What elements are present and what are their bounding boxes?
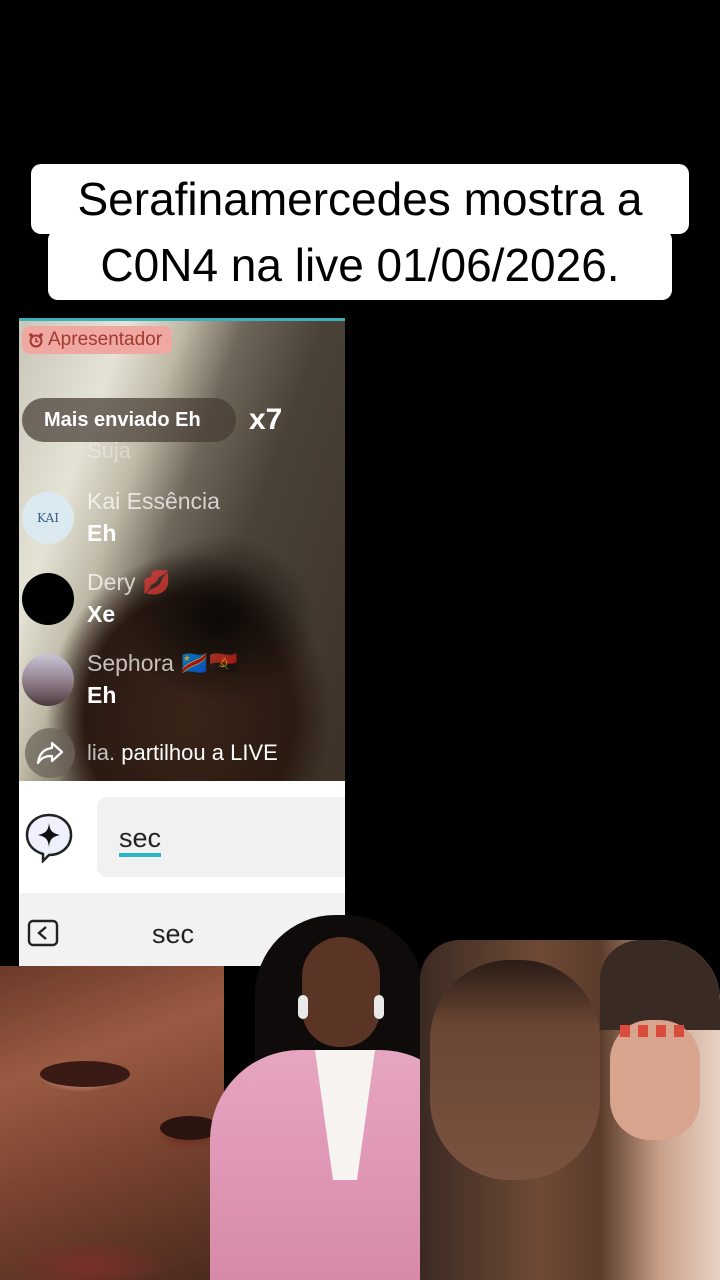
comment-input-value: sec — [119, 823, 162, 857]
avatar[interactable] — [22, 573, 74, 625]
comment-item: Sephora 🇨🇩🇦🇴 Eh — [22, 648, 342, 714]
share-message: lia. partilhou a LIVE — [87, 740, 278, 766]
faded-comment-user: Suja — [87, 438, 132, 463]
back-arrow-icon[interactable] — [27, 919, 59, 947]
comment-username[interactable]: Dery 💋 — [87, 569, 171, 596]
caption-line-2: C0N4 na live 01/06/2026. — [48, 230, 672, 300]
comment-input[interactable]: sec — [97, 797, 345, 877]
photo-detail — [298, 995, 308, 1019]
comment-item: KAI Kai Essência Eh — [22, 486, 342, 552]
avatar[interactable] — [22, 654, 74, 706]
alarm-clock-icon — [29, 333, 43, 348]
comment-text: Eh — [87, 682, 117, 708]
comment-username[interactable]: Kai Essência — [87, 488, 220, 515]
share-button[interactable] — [25, 728, 75, 778]
avatar[interactable]: KAI — [22, 492, 74, 544]
host-badge-label: Apresentador — [48, 329, 163, 350]
comment-item: Dery 💋 Xe — [22, 567, 342, 633]
photo-man-closeup — [0, 966, 224, 1280]
photo-detail — [374, 995, 384, 1019]
sparkle-icon[interactable] — [23, 811, 75, 863]
photo-detail — [430, 960, 600, 1180]
gift-banner: Mais enviado Eh — [22, 398, 236, 442]
live-stream-panel: Apresentador Mais enviado Eh x7 Suja KAI… — [19, 318, 345, 781]
keyboard-suggestion[interactable]: sec — [152, 919, 194, 950]
share-arrow-icon — [36, 741, 64, 765]
share-text: partilhou a LIVE — [121, 740, 278, 765]
share-username[interactable]: lia. — [87, 740, 115, 765]
photo-detail — [620, 1025, 690, 1037]
share-notice: lia. partilhou a LIVE — [22, 728, 342, 778]
gift-count: x7 — [249, 403, 283, 436]
photo-detail — [40, 1061, 130, 1087]
photo-detail — [600, 940, 720, 1030]
host-badge: Apresentador — [22, 326, 173, 354]
photo-couple — [420, 940, 720, 1280]
comment-text: Eh — [87, 520, 117, 546]
caption-line-1: Serafinamercedes mostra a — [31, 164, 689, 234]
comment-input-area: sec — [19, 781, 345, 893]
comment-text: Xe — [87, 601, 116, 627]
photo-detail — [610, 1020, 700, 1140]
photo-detail — [302, 937, 380, 1047]
avatar-logo-text: KAI — [37, 511, 59, 525]
comment-username[interactable]: Sephora 🇨🇩🇦🇴 — [87, 650, 238, 677]
live-top-bar — [19, 318, 345, 321]
